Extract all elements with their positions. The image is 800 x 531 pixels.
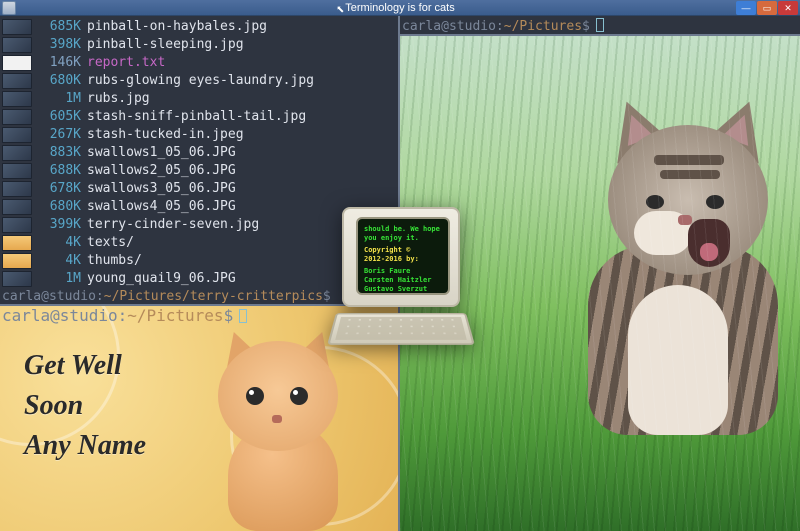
prompt-user: carla@studio: [2, 288, 104, 306]
meowing-kitten-illustration [568, 115, 798, 435]
window-close-button[interactable]: ✕ [778, 1, 798, 15]
file-name: swallows4_05_06.JPG [87, 198, 236, 216]
image-thumbnail-icon [2, 73, 32, 89]
file-name: stash-sniff-pinball-tail.jpg [87, 108, 306, 126]
file-name: thumbs/ [87, 252, 142, 270]
getwell-line1: Get Well [24, 346, 146, 386]
image-thumbnail-icon [2, 199, 32, 215]
file-size: 146K [36, 54, 81, 72]
image-thumbnail-icon [2, 181, 32, 197]
about-line: should be. We hope [364, 225, 442, 234]
retro-keyboard-icon [327, 313, 475, 345]
image-thumbnail-icon [2, 19, 32, 35]
about-author: Gustavo Sverzut [364, 285, 442, 294]
image-thumbnail-icon [2, 217, 32, 233]
terminal-prompt-left-bottom[interactable]: carla@studio:~/Pictures$ [2, 306, 247, 325]
file-name: pinball-sleeping.jpg [87, 36, 244, 54]
list-item[interactable]: 146K report.txt [2, 54, 398, 72]
terminal-cursor [596, 18, 604, 32]
getwell-card-text: Get Well Soon Any Name [24, 346, 146, 466]
terminal-pane-right[interactable]: carla@studio:~/Pictures$ [400, 16, 800, 36]
list-item[interactable]: 1M rubs.jpg [2, 90, 398, 108]
file-size: 678K [36, 180, 81, 198]
folder-icon [2, 253, 32, 269]
about-splash[interactable]: should be. We hope you enjoy it. Copyrig… [336, 207, 466, 355]
list-item[interactable]: 678K swallows3_05_06.JPG [2, 180, 398, 198]
image-thumbnail-icon [2, 145, 32, 161]
prompt-path: ~/Pictures [127, 306, 223, 325]
folder-icon [2, 235, 32, 251]
window-minimize-button[interactable]: — [736, 1, 756, 15]
about-years: 2012-2016 by: [364, 255, 419, 263]
getwell-line2: Soon [24, 386, 146, 426]
retro-monitor-icon: should be. We hope you enjoy it. Copyrig… [342, 207, 460, 307]
getwell-line3: Any Name [24, 426, 146, 466]
terminal-cursor [239, 309, 247, 323]
list-item[interactable]: 883K swallows1_05_06.JPG [2, 144, 398, 162]
file-size: 605K [36, 108, 81, 126]
prompt-symbol: $ [224, 306, 234, 325]
prompt-path: ~/Pictures [504, 17, 582, 37]
about-line: you enjoy it. [364, 234, 442, 243]
file-name: stash-tucked-in.jpeg [87, 126, 244, 144]
about-screen: should be. We hope you enjoy it. Copyrig… [356, 217, 450, 295]
image-thumbnail-icon [2, 271, 32, 287]
list-item[interactable]: 680K rubs-glowing eyes-laundry.jpg [2, 72, 398, 90]
list-item[interactable]: 685K pinball-on-haybales.jpg [2, 18, 398, 36]
list-item[interactable]: 605K stash-sniff-pinball-tail.jpg [2, 108, 398, 126]
image-thumbnail-icon [2, 163, 32, 179]
image-thumbnail-icon [2, 127, 32, 143]
prompt-path: ~/Pictures/terry-critterpics [104, 288, 323, 306]
file-size: 680K [36, 72, 81, 90]
image-thumbnail-icon [2, 109, 32, 125]
prompt-user: carla@studio: [402, 17, 504, 37]
file-size: 398K [36, 36, 81, 54]
list-item[interactable]: 267K stash-tucked-in.jpeg [2, 126, 398, 144]
file-name: terry-cinder-seven.jpg [87, 216, 259, 234]
window-button-group: — ▭ ✕ [736, 1, 800, 15]
file-name: swallows3_05_06.JPG [87, 180, 236, 198]
file-size: 685K [36, 18, 81, 36]
file-size: 4K [36, 234, 81, 252]
file-name: swallows2_05_06.JPG [87, 162, 236, 180]
file-name: rubs.jpg [87, 90, 150, 108]
image-thumbnail-icon [2, 91, 32, 107]
file-size: 1M [36, 90, 81, 108]
file-name: swallows1_05_06.JPG [87, 144, 236, 162]
window-titlebar: Terminology is for cats — ▭ ✕ [0, 0, 800, 16]
file-size: 883K [36, 144, 81, 162]
image-thumbnail-icon [2, 37, 32, 53]
getwell-kitten-illustration [198, 331, 368, 531]
file-name: pinball-on-haybales.jpg [87, 18, 267, 36]
file-name: report.txt [87, 54, 165, 72]
list-item[interactable]: 398K pinball-sleeping.jpg [2, 36, 398, 54]
file-name: young_quail9_06.JPG [87, 270, 236, 288]
file-size: 688K [36, 162, 81, 180]
window-title: Terminology is for cats [0, 0, 800, 16]
file-size: 680K [36, 198, 81, 216]
about-author: Carsten Haitzler [364, 276, 442, 285]
prompt-symbol: $ [323, 288, 331, 306]
file-name: rubs-glowing eyes-laundry.jpg [87, 72, 314, 90]
file-size: 4K [36, 252, 81, 270]
window-maximize-button[interactable]: ▭ [757, 1, 777, 15]
file-size: 399K [36, 216, 81, 234]
about-copyright: Copyright © [364, 246, 410, 254]
textfile-icon [2, 55, 32, 71]
list-item[interactable]: 688K swallows2_05_06.JPG [2, 162, 398, 180]
terminal-prompt-right[interactable]: carla@studio:~/Pictures$ [402, 16, 800, 37]
file-name: texts/ [87, 234, 134, 252]
file-size: 267K [36, 126, 81, 144]
file-size: 1M [36, 270, 81, 288]
app-icon [2, 1, 16, 15]
prompt-user: carla@studio: [2, 306, 127, 325]
prompt-symbol: $ [582, 17, 590, 37]
about-author: Boris Faure [364, 267, 442, 276]
